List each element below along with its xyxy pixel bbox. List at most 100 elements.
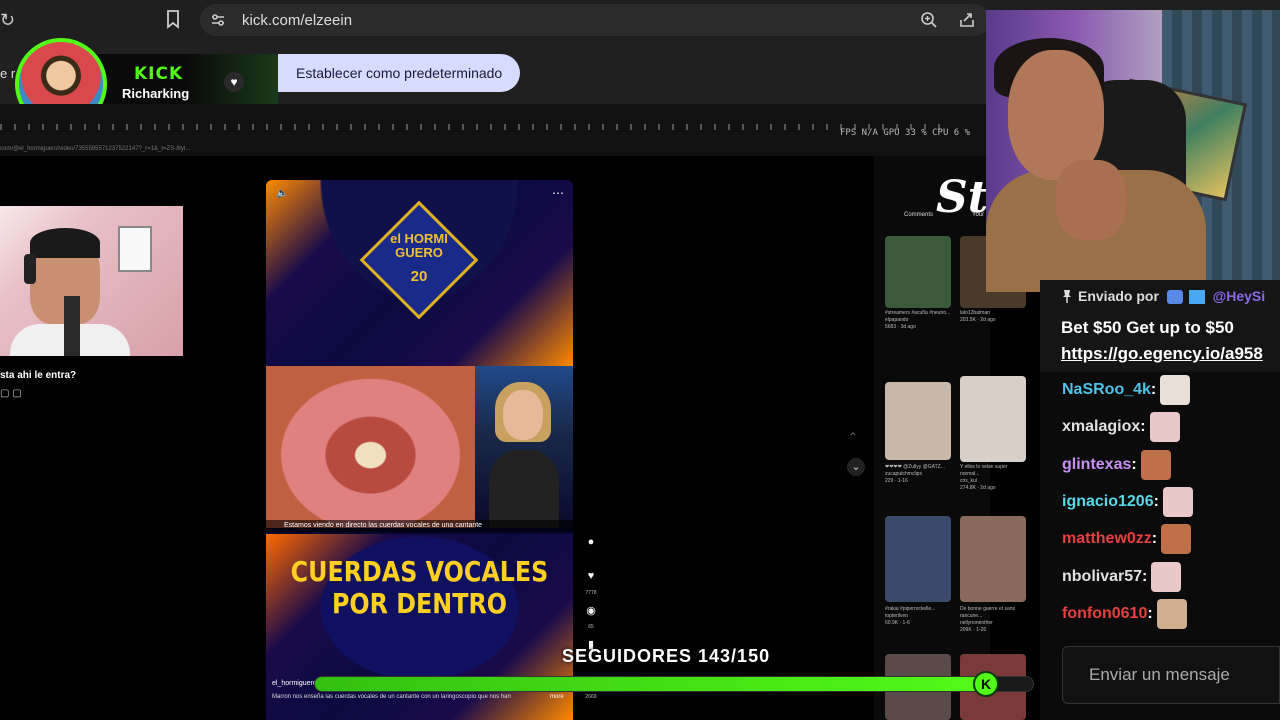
explore-panel: Sta Comments Your #streamers #acuña #neu… [874, 156, 1026, 720]
more-icon[interactable]: ⋯ [552, 186, 564, 200]
thumbnail-meta: Y ellos lo veian super normal... cris_ku… [960, 464, 1026, 492]
comment-icon[interactable]: ◉ [581, 604, 601, 617]
address-bar[interactable]: kick.com/elzeein [200, 4, 990, 36]
thumbnail[interactable] [885, 236, 951, 308]
pinned-handle[interactable]: @HeySi [1213, 288, 1266, 304]
zoom-icon[interactable] [920, 11, 938, 29]
guest-face [503, 390, 543, 440]
thumb-author: cris_kul [960, 478, 977, 484]
set-default-button[interactable]: Establecer como predeterminado [278, 54, 521, 92]
video-caption: Estamos viendo en directo las cuerdas vo… [266, 520, 573, 532]
tab-comments[interactable]: Comments [904, 212, 933, 218]
site-settings-icon[interactable] [210, 12, 226, 28]
volume-icon[interactable]: 🔈 [276, 188, 288, 199]
thumbnail[interactable] [960, 376, 1026, 462]
pinned-link[interactable]: https://go.egency.io/a958 [1061, 344, 1263, 364]
chat-panel: Enviado por @HeySi Bet $50 Get up to $50… [1040, 280, 1280, 720]
chat-username[interactable]: nbolivar57 [1062, 568, 1142, 585]
follower-goal-fill [315, 677, 999, 691]
streamer-hair [30, 228, 100, 258]
chat-message: ignacio1206: [1062, 487, 1193, 517]
thumbnail[interactable] [885, 382, 951, 460]
reload-icon[interactable]: ↻ [0, 10, 15, 31]
thumbnail[interactable] [960, 516, 1026, 602]
side-chat-emotes: ▢ ▢ [0, 388, 22, 399]
guest-body [489, 450, 559, 528]
emote-icon [1161, 524, 1192, 554]
thumb-caption: Y ellos lo veian super normal... [960, 464, 1008, 477]
chat-message: matthew0zz: [1062, 524, 1192, 554]
emote-icon [1149, 412, 1180, 442]
emote-icon [1151, 562, 1182, 592]
screen: ↻ kick.com/elzeein e r Establecer como p… [0, 0, 1280, 720]
profile-icon[interactable]: ● [581, 536, 601, 548]
thumb-author: elpapaodo [885, 317, 909, 323]
comment-count: 65 [588, 624, 594, 630]
alert-username: Richarking [122, 86, 190, 101]
headset-icon [24, 254, 36, 284]
thumb-stats: 5683 · 3d ago [885, 324, 916, 330]
hormiguero-logo [359, 200, 479, 320]
laryngoscope-image [266, 366, 475, 528]
thumb-caption: De bonne guerre et sans rancune... [960, 606, 1016, 619]
follower-goal-label: SEGUIDORES 143/150 [562, 646, 771, 666]
chat-username[interactable]: xmalagiox [1062, 418, 1140, 435]
thumbnail-meta: #rakai #piperrockelle... topterilven 60.… [885, 606, 951, 627]
side-chat-text: sta ahi le entra? [0, 370, 77, 381]
thumb-stats: 229 · 1-16 [885, 478, 908, 484]
pin-icon [1063, 290, 1071, 303]
pinned-text: Bet $50 Get up to $50 [1061, 318, 1234, 337]
pinned-message: Enviado por @HeySi Bet $50 Get up to $50… [1040, 280, 1280, 372]
kick-logo: KICK [134, 64, 184, 84]
emote-icon [1156, 599, 1187, 629]
emote-icon [1162, 487, 1193, 517]
see-more-link[interactable]: more [550, 694, 564, 700]
pinned-sender: Enviado por @HeySi [1078, 288, 1266, 305]
chat-username[interactable]: fonfon0610 [1062, 605, 1147, 622]
chat-username[interactable]: ignacio1206 [1062, 493, 1154, 510]
follower-goal-bar: K [314, 671, 1034, 697]
video-bottom-frame: CUERDAS VOCALES POR DENTRO el_hormiguero… [266, 534, 573, 720]
chat-message: xmalagiox: [1062, 412, 1180, 442]
stream-content: sta ahi le entra? ▢ ▢ 🔈 ⋯ el HORMI GUERO… [0, 156, 1026, 720]
thumb-caption: lalo12batman [960, 310, 991, 316]
pinned-prefix: Enviado por [1078, 288, 1159, 304]
video-headline: CUERDAS VOCALES POR DENTRO [289, 556, 550, 620]
chevron-down-icon[interactable]: ⌄ [847, 458, 865, 476]
thumb-stats: 274.8K · 2d ago [960, 485, 996, 491]
badge-icon [1166, 290, 1183, 305]
chat-username[interactable]: NaSRoo_4k [1062, 381, 1151, 398]
tiktok-video[interactable]: 🔈 ⋯ el HORMI GUERO 20 Estamos viendo en … [266, 180, 573, 720]
chat-username[interactable]: matthew0zz [1062, 530, 1152, 547]
kick-k-icon: K [973, 671, 999, 697]
bookmark-icon[interactable] [165, 9, 181, 29]
like-icon[interactable]: ♥ [581, 570, 601, 582]
chat-input-placeholder: Enviar un mensaje [1089, 665, 1230, 684]
video-author[interactable]: el_hormiguero [272, 680, 317, 687]
performance-overlay: FPS N/A GPU 33 % CPU 6 % com/@el_hormigu… [0, 104, 990, 156]
inner-url: com/@el_hormiguero/video/735559557123752… [0, 146, 191, 152]
video-description: Marron nos enseña las cuerdas vocales de… [272, 694, 511, 700]
chevron-up-icon[interactable]: ⌃ [848, 430, 858, 444]
chat-username[interactable]: glintexas [1062, 456, 1131, 473]
thumbnail-meta: lalo12batman 203.5K · 2d ago [960, 310, 1026, 324]
microphone-icon [64, 296, 80, 356]
thumbnail-meta: ❤❤❤❤ @Zullyy @GATZ... zucaputchmclips 22… [885, 464, 951, 485]
chat-message: glintexas: [1062, 450, 1171, 480]
thumb-caption: #streamers #acuña #neutro... [885, 310, 951, 316]
chat-message: nbolivar57: [1062, 562, 1182, 592]
thumbnail-meta: #streamers #acuña #neutro... elpapaodo 5… [885, 310, 951, 331]
url-text[interactable]: kick.com/elzeein [242, 12, 352, 29]
thumbnail[interactable] [885, 516, 951, 602]
streamer-webcam [0, 206, 183, 356]
chat-input[interactable]: Enviar un mensaje [1062, 646, 1280, 704]
share-icon[interactable] [958, 11, 976, 29]
perf-stats: FPS N/A GPU 33 % CPU 6 % [840, 128, 971, 138]
video-top-frame: 🔈 ⋯ el HORMI GUERO 20 [266, 180, 573, 366]
chat-message: fonfon0610: [1062, 599, 1187, 629]
share-count: 2669 [585, 694, 597, 700]
thumb-caption: #rakai #piperrockelle... [885, 606, 936, 612]
headline-line-1: CUERDAS VOCALES [290, 555, 549, 588]
tab-your[interactable]: Your [972, 212, 984, 218]
like-count: 7778 [585, 590, 597, 596]
